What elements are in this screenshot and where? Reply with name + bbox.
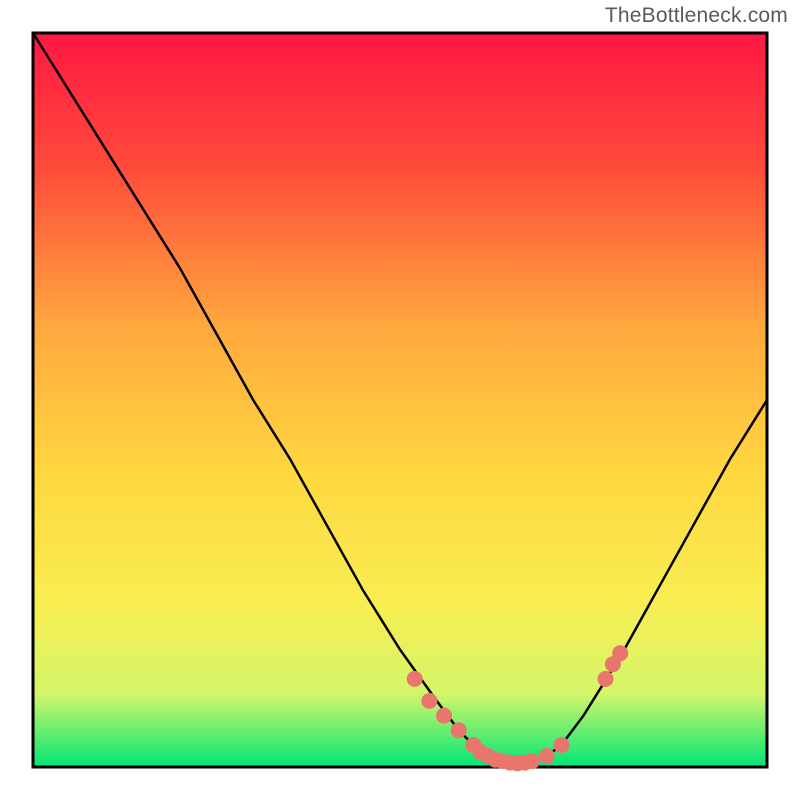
marker-dot <box>554 737 570 753</box>
chart-svg <box>0 0 800 800</box>
marker-dot <box>612 645 628 661</box>
plot-area <box>33 33 767 771</box>
marker-dot <box>436 708 452 724</box>
marker-dot <box>539 748 555 764</box>
marker-dot <box>524 753 540 769</box>
marker-dot <box>407 671 423 687</box>
marker-dot <box>451 722 467 738</box>
chart-container: TheBottleneck.com <box>0 0 800 800</box>
watermark-text: TheBottleneck.com <box>605 4 788 28</box>
marker-dot <box>421 693 437 709</box>
gradient-background <box>33 33 767 767</box>
marker-dot <box>598 671 614 687</box>
